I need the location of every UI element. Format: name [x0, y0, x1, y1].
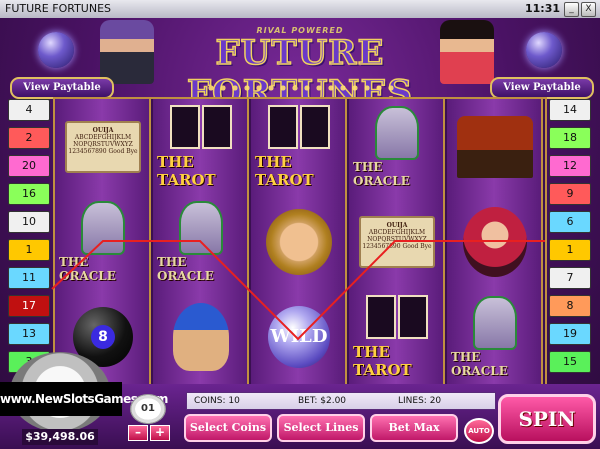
- ouija-art: OUIJA ABCDEFGHIJKLM NOPQRSTUVWXYZ 1234567…: [359, 215, 435, 268]
- turban-art: [173, 302, 229, 371]
- view-paytable-left-button[interactable]: View Paytable: [10, 77, 114, 99]
- reel-2: THE TAROT THE ORACLE: [153, 99, 249, 384]
- gypsy-symbol: [451, 198, 539, 285]
- oracle-label: THE ORACLE: [451, 349, 508, 378]
- ouija-text: ABCDEFGHIJKLM NOPQRSTUVWXYZ 1234567890 G…: [68, 133, 138, 155]
- payline-number-20[interactable]: 20: [8, 155, 50, 177]
- lines-readout: LINES: 20: [398, 396, 442, 406]
- tarot-label: THE TAROT: [353, 342, 412, 379]
- wild-symbol: WILD: [255, 293, 343, 380]
- payline-number-18[interactable]: 18: [549, 127, 591, 149]
- tarot-label: THE TAROT: [157, 152, 216, 189]
- bet-max-button[interactable]: Bet Max: [370, 414, 458, 442]
- view-paytable-right-button[interactable]: View Paytable: [490, 77, 594, 99]
- payline-number-13[interactable]: 13: [8, 323, 50, 345]
- fortune-teller-figure: [100, 20, 154, 84]
- select-coins-button[interactable]: Select Coins: [184, 414, 272, 442]
- reel-1: OUIJA ABCDEFGHIJKLM NOPQRSTUVWXYZ 1234567…: [55, 99, 151, 384]
- wagon-art: [457, 115, 533, 178]
- minimize-button[interactable]: _: [564, 2, 579, 17]
- bet-readout: BET: $2.00: [298, 396, 347, 406]
- reel-4: THE ORACLE OUIJA ABCDEFGHIJKLM NOPQRSTUVWX…: [349, 99, 445, 384]
- window-title: FUTURE FORTUNES: [5, 2, 111, 15]
- payline-number-2[interactable]: 2: [8, 127, 50, 149]
- tarot-art: [365, 294, 429, 343]
- denomination-decrease-button[interactable]: –: [128, 425, 148, 441]
- payline-number-9[interactable]: 9: [549, 183, 591, 205]
- tarot-art: [202, 104, 232, 149]
- reel-3: THE TAROT WILD: [251, 99, 347, 384]
- oracle-art: [375, 105, 419, 160]
- oracle-symbol: THE ORACLE: [59, 198, 147, 285]
- eightball-number: 8: [91, 324, 115, 349]
- oracle-art: [473, 295, 517, 350]
- crystal-ball-icon: [38, 32, 74, 68]
- denomination-increase-button[interactable]: +: [150, 425, 170, 441]
- coin-pile-decoration: [205, 82, 395, 94]
- ouija-title: OUIJA: [386, 221, 408, 229]
- payline-number-8[interactable]: 8: [549, 295, 591, 317]
- coins-readout: COINS: 10: [194, 396, 240, 406]
- wagon-symbol: [451, 103, 539, 190]
- ouija-title: OUIJA: [92, 126, 114, 134]
- gypsy-art: [463, 206, 527, 277]
- reel-5: THE ORACLE: [447, 99, 543, 384]
- reel-area: OUIJA ABCDEFGHIJKLM NOPQRSTUVWXYZ 1234567…: [53, 97, 547, 386]
- payline-number-14[interactable]: 14: [549, 99, 591, 121]
- payline-number-17[interactable]: 17: [8, 295, 50, 317]
- tarot-symbol: THE TAROT: [255, 103, 343, 190]
- tarot-art: [300, 104, 330, 149]
- watermark: www.NewSlotsGames.com: [0, 382, 168, 416]
- balance-display: $39,498.06: [22, 429, 98, 445]
- oracle-symbol: THE ORACLE: [451, 293, 539, 380]
- ouija-symbol: OUIJA ABCDEFGHIJKLM NOPQRSTUVWXYZ 1234567…: [353, 198, 441, 285]
- wild-label: WILD: [268, 305, 330, 368]
- oracle-symbol: THE ORACLE: [157, 198, 245, 285]
- close-button[interactable]: X: [581, 2, 596, 17]
- clock: 11:31: [524, 2, 560, 15]
- tarot-art: [267, 104, 331, 153]
- payline-number-11[interactable]: 11: [8, 267, 50, 289]
- oracle-label: THE ORACLE: [157, 254, 214, 283]
- payline-number-10[interactable]: 10: [8, 211, 50, 233]
- payline-number-1[interactable]: 1: [549, 239, 591, 261]
- oracle-symbol: THE ORACLE: [353, 103, 441, 190]
- turban-symbol: [157, 293, 245, 380]
- window-titlebar: FUTURE FORTUNES 11:31 _ X: [0, 0, 600, 19]
- tarot-art: [169, 104, 233, 153]
- tarot-symbol: THE TAROT: [157, 103, 245, 190]
- payline-number-15[interactable]: 15: [549, 351, 591, 373]
- oracle-label: THE ORACLE: [353, 159, 410, 188]
- spin-button[interactable]: SPIN: [498, 394, 596, 444]
- payline-number-6[interactable]: 6: [549, 211, 591, 233]
- tarot-art: [398, 294, 428, 339]
- payline-number-12[interactable]: 12: [549, 155, 591, 177]
- payline-number-19[interactable]: 19: [549, 323, 591, 345]
- tarot-art: [268, 104, 298, 149]
- palm-art: [266, 208, 332, 275]
- tarot-art: [170, 104, 200, 149]
- payline-number-1[interactable]: 1: [8, 239, 50, 261]
- oracle-art: [179, 200, 223, 255]
- ouija-text: ABCDEFGHIJKLM NOPQRSTUVWXYZ 1234567890 G…: [362, 228, 432, 250]
- payline-number-4[interactable]: 4: [8, 99, 50, 121]
- auto-play-button[interactable]: AUTO: [464, 418, 494, 444]
- payline-number-16[interactable]: 16: [8, 183, 50, 205]
- payline-number-7[interactable]: 7: [549, 267, 591, 289]
- ouija-symbol: OUIJA ABCDEFGHIJKLM NOPQRSTUVWXYZ 1234567…: [59, 103, 147, 190]
- ouija-art: OUIJA ABCDEFGHIJKLM NOPQRSTUVWXYZ 1234567…: [65, 120, 141, 173]
- palm-symbol: [255, 198, 343, 285]
- tarot-art: [366, 294, 396, 339]
- select-lines-button[interactable]: Select Lines: [277, 414, 365, 442]
- oracle-art: [81, 200, 125, 255]
- coin-denomination: 01: [130, 394, 166, 424]
- tarot-label: THE TAROT: [255, 152, 314, 189]
- tarot-symbol: THE TAROT: [353, 293, 441, 380]
- crystal-ball-icon: [526, 32, 562, 68]
- oracle-label: THE ORACLE: [59, 254, 116, 283]
